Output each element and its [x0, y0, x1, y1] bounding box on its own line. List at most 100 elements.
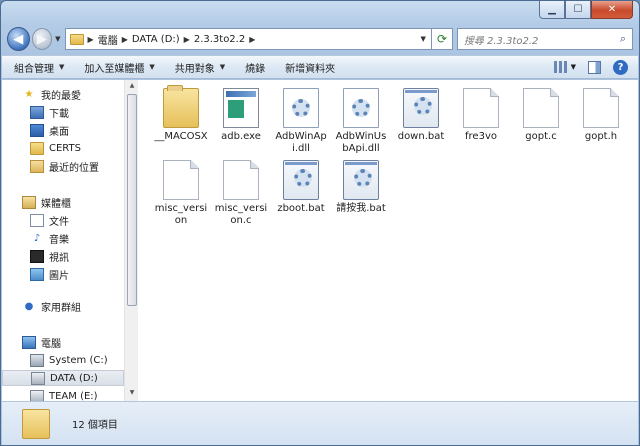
folder-icon [69, 33, 84, 45]
help-icon[interactable]: ? [613, 59, 628, 75]
minimize-button[interactable]: ▁ [539, 1, 565, 19]
downloads-folder-icon [30, 105, 44, 119]
scroll-down-icon[interactable]: ▼ [127, 389, 137, 399]
file-item[interactable]: down.bat [393, 88, 449, 143]
burn-button[interactable]: 燒錄 [245, 60, 265, 75]
breadcrumb-computer[interactable]: 電腦 [98, 32, 118, 47]
application-icon [223, 88, 259, 128]
maximize-button[interactable]: ☐ [565, 1, 591, 19]
batch-file-icon [403, 88, 439, 128]
sidebar-item-homegroup[interactable]: ● 家用群組 [2, 298, 124, 314]
file-item[interactable]: fre3vo [453, 88, 509, 143]
file-item[interactable]: misc_version.c [213, 160, 269, 227]
search-icon[interactable]: ⌕ [620, 32, 626, 46]
recent-pages-dropdown-icon[interactable]: ▼ [55, 35, 60, 43]
desktop-icon [30, 123, 44, 137]
file-name: fre3vo [465, 131, 497, 142]
file-item[interactable]: misc_version [153, 160, 209, 227]
file-name: misc_version.c [214, 203, 268, 226]
file-name: misc_version [154, 203, 208, 226]
sidebar-item-team-drive[interactable]: TEAM (E:) [2, 388, 124, 401]
view-options-icon[interactable] [553, 61, 567, 73]
chevron-right-icon[interactable]: ▶ [122, 35, 128, 44]
share-with-menu[interactable]: 共用對象 ▼ [175, 60, 225, 75]
file-name: 請按我.bat [336, 203, 386, 214]
file-item[interactable]: AdbWinUsbApi.dll [333, 88, 389, 155]
blank-file-icon [463, 88, 499, 128]
file-item[interactable]: adb.exe [213, 88, 269, 143]
file-item[interactable]: 請按我.bat [333, 160, 389, 215]
sidebar-item-pictures[interactable]: 圖片 [2, 266, 124, 282]
details-pane: 12 個項目 [2, 401, 638, 445]
close-button[interactable]: ✕ [591, 1, 633, 19]
sidebar-item-label: DATA (D:) [50, 372, 98, 384]
blank-file-icon [583, 88, 619, 128]
gear-icon [414, 97, 432, 115]
sidebar-item-desktop[interactable]: 桌面 [2, 122, 124, 138]
sidebar-item-recent-places[interactable]: 最近的位置 [2, 158, 124, 174]
back-button[interactable]: ◀ [7, 27, 30, 51]
file-item[interactable]: __MACOSX [153, 85, 209, 143]
sidebar-item-documents[interactable]: 文件 [2, 212, 124, 228]
sidebar-item-label: 文件 [49, 216, 69, 228]
organize-menu[interactable]: 組合管理 ▼ [14, 60, 64, 75]
file-name: zboot.bat [277, 203, 325, 214]
sidebar-item-label: 下載 [49, 108, 69, 120]
video-icon [30, 249, 44, 263]
sidebar-item-computer[interactable]: 電腦 [2, 334, 124, 350]
chevron-right-icon[interactable]: ▶ [184, 35, 190, 44]
chevron-right-icon[interactable]: ▶ [249, 35, 255, 44]
file-name: AdbWinApi.dll [275, 131, 327, 154]
forward-button[interactable]: ▶ [31, 28, 53, 50]
sidebar-item-system-drive[interactable]: System (C:) [2, 352, 124, 368]
scroll-up-icon[interactable]: ▲ [127, 82, 137, 92]
sidebar-item-label: 家用群組 [41, 302, 81, 314]
documents-icon [30, 213, 44, 227]
navigation-scrollbar[interactable]: ▲ ▼ [124, 80, 138, 401]
preview-pane-icon[interactable] [588, 60, 601, 74]
sidebar-item-music[interactable]: ♪ 音樂 [2, 230, 124, 246]
sidebar-item-label: CERTS [49, 142, 81, 154]
content-area: ★ 我的最愛 下載 桌面 CERTS 最近的位置 媒體櫃 文件 ♪ 音樂 視訊 圖片… [2, 80, 638, 401]
sidebar-item-videos[interactable]: 視訊 [2, 248, 124, 264]
dll-gear-icon [283, 88, 319, 128]
search-input[interactable]: 搜尋 2.3.3to2.2 ⌕ [456, 28, 634, 50]
sidebar-item-data-drive[interactable]: DATA (D:) [2, 370, 124, 386]
new-folder-button[interactable]: 新增資料夾 [285, 60, 335, 75]
blank-file-icon [223, 160, 259, 200]
pictures-icon [30, 267, 44, 281]
chevron-down-icon: ▼ [59, 63, 65, 71]
file-item[interactable]: gopt.c [513, 88, 569, 143]
add-to-library-label: 加入至媒體櫃 [84, 63, 145, 75]
address-dropdown-icon[interactable]: ▼ [415, 35, 431, 43]
command-bar: 組合管理 ▼ 加入至媒體櫃 ▼ 共用對象 ▼ 燒錄 新增資料夾 ▼ ? [2, 55, 638, 79]
file-item[interactable]: zboot.bat [273, 160, 329, 215]
sidebar-item-libraries[interactable]: 媒體櫃 [2, 194, 124, 210]
folder-icon [22, 408, 50, 439]
batch-file-icon [283, 160, 319, 200]
folder-icon [30, 141, 44, 155]
breadcrumb-folder[interactable]: 2.3.3to2.2 [194, 34, 245, 45]
file-item[interactable]: gopt.h [573, 88, 629, 143]
file-name: __MACOSX [154, 131, 208, 142]
breadcrumb-drive[interactable]: DATA (D:) [132, 34, 180, 45]
computer-icon [22, 335, 36, 349]
sidebar-item-downloads[interactable]: 下載 [2, 104, 124, 120]
sidebar-item-favorites[interactable]: ★ 我的最愛 [2, 86, 124, 102]
chevron-down-icon[interactable]: ▼ [571, 63, 576, 71]
burn-label: 燒錄 [245, 63, 266, 75]
sidebar-item-label: 圖片 [49, 270, 69, 282]
add-to-library-menu[interactable]: 加入至媒體櫃 ▼ [84, 60, 154, 75]
explorer-window: ▁ ☐ ✕ ◀ ▶ ▼ ▶ 電腦 ▶ DATA (D:) ▶ 2.3.3to2.… [0, 0, 640, 446]
gear-icon [354, 169, 372, 187]
chevron-right-icon[interactable]: ▶ [88, 35, 94, 44]
recent-places-icon [30, 159, 44, 173]
blank-file-icon [523, 88, 559, 128]
file-item[interactable]: AdbWinApi.dll [273, 88, 329, 155]
file-name: down.bat [397, 131, 445, 142]
scrollbar-thumb[interactable] [127, 94, 137, 306]
refresh-button[interactable]: ⟳ [432, 28, 453, 50]
address-bar[interactable]: ▶ 電腦 ▶ DATA (D:) ▶ 2.3.3to2.2 ▶ ▼ [64, 28, 433, 50]
sidebar-item-certs[interactable]: CERTS [2, 140, 124, 156]
item-count: 12 個項目 [72, 420, 118, 431]
